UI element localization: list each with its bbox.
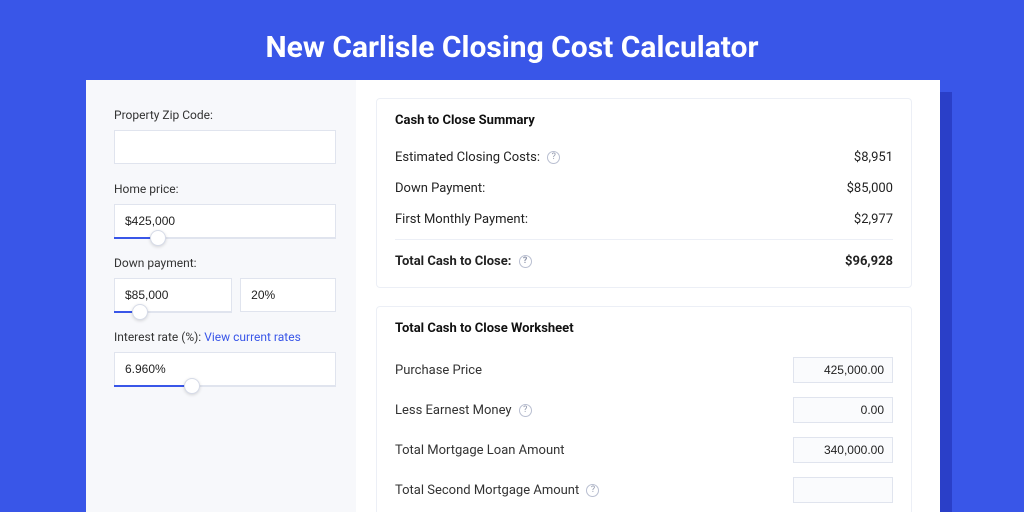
worksheet-row-input[interactable] bbox=[793, 437, 893, 463]
worksheet-card: Total Cash to Close Worksheet Purchase P… bbox=[376, 306, 912, 512]
worksheet-row-label: Less Earnest Money bbox=[395, 403, 512, 418]
interest-field: Interest rate (%): View current rates bbox=[114, 330, 336, 386]
down-payment-input[interactable] bbox=[114, 278, 232, 312]
summary-total-row: Total Cash to Close: ? $96,928 bbox=[395, 239, 893, 277]
summary-row-value: $2,977 bbox=[854, 212, 893, 227]
summary-row-value: $8,951 bbox=[854, 150, 893, 165]
worksheet-row-input[interactable] bbox=[793, 397, 893, 423]
results-panel: Cash to Close Summary Estimated Closing … bbox=[356, 80, 940, 512]
summary-card: Cash to Close Summary Estimated Closing … bbox=[376, 98, 912, 288]
worksheet-row: Total Second Mortgage Amount ? bbox=[395, 470, 893, 510]
summary-heading: Cash to Close Summary bbox=[395, 113, 893, 128]
interest-label: Interest rate (%): View current rates bbox=[114, 330, 336, 344]
worksheet-row-input[interactable] bbox=[793, 357, 893, 383]
interest-label-text: Interest rate (%): bbox=[114, 330, 204, 344]
summary-row-label: First Monthly Payment: bbox=[395, 212, 528, 227]
worksheet-row-label: Total Second Mortgage Amount bbox=[395, 483, 579, 498]
help-icon[interactable]: ? bbox=[586, 484, 599, 497]
worksheet-row: Purchase Price bbox=[395, 350, 893, 390]
home-price-input[interactable] bbox=[114, 204, 336, 238]
worksheet-row-input[interactable] bbox=[793, 477, 893, 503]
worksheet-row: Less Earnest Money ? bbox=[395, 390, 893, 430]
summary-total-value: $96,928 bbox=[845, 254, 893, 269]
help-icon[interactable]: ? bbox=[519, 404, 532, 417]
down-payment-pct-input[interactable] bbox=[240, 278, 336, 312]
summary-row: Estimated Closing Costs: ? $8,951 bbox=[395, 142, 893, 173]
interest-input[interactable] bbox=[114, 352, 336, 386]
page-title: New Carlisle Closing Cost Calculator bbox=[0, 0, 1024, 65]
down-payment-label: Down payment: bbox=[114, 256, 336, 270]
summary-row-value: $85,000 bbox=[847, 181, 893, 196]
worksheet-heading: Total Cash to Close Worksheet bbox=[395, 321, 893, 336]
help-icon[interactable]: ? bbox=[547, 151, 560, 164]
zip-field: Property Zip Code: bbox=[114, 108, 336, 164]
down-payment-field: Down payment: bbox=[114, 256, 336, 312]
summary-row-label: Estimated Closing Costs: bbox=[395, 150, 540, 165]
zip-input[interactable] bbox=[114, 130, 336, 164]
help-icon[interactable]: ? bbox=[519, 255, 532, 268]
down-payment-slider[interactable] bbox=[114, 278, 232, 312]
inputs-panel: Property Zip Code: Home price: Down paym… bbox=[86, 80, 356, 512]
summary-row: First Monthly Payment: $2,977 bbox=[395, 204, 893, 235]
home-price-field: Home price: bbox=[114, 182, 336, 238]
summary-row: Down Payment: $85,000 bbox=[395, 173, 893, 204]
summary-row-label: Down Payment: bbox=[395, 181, 485, 196]
zip-label: Property Zip Code: bbox=[114, 108, 336, 122]
summary-total-label: Total Cash to Close: bbox=[395, 254, 511, 269]
view-rates-link[interactable]: View current rates bbox=[204, 330, 301, 344]
home-price-slider[interactable] bbox=[114, 204, 336, 238]
calculator-card: Property Zip Code: Home price: Down paym… bbox=[86, 80, 940, 512]
worksheet-row-label: Total Mortgage Loan Amount bbox=[395, 443, 565, 458]
worksheet-row-label: Purchase Price bbox=[395, 363, 482, 378]
home-price-label: Home price: bbox=[114, 182, 336, 196]
worksheet-row: Total Mortgage Loan Amount bbox=[395, 430, 893, 470]
interest-slider[interactable] bbox=[114, 352, 336, 386]
